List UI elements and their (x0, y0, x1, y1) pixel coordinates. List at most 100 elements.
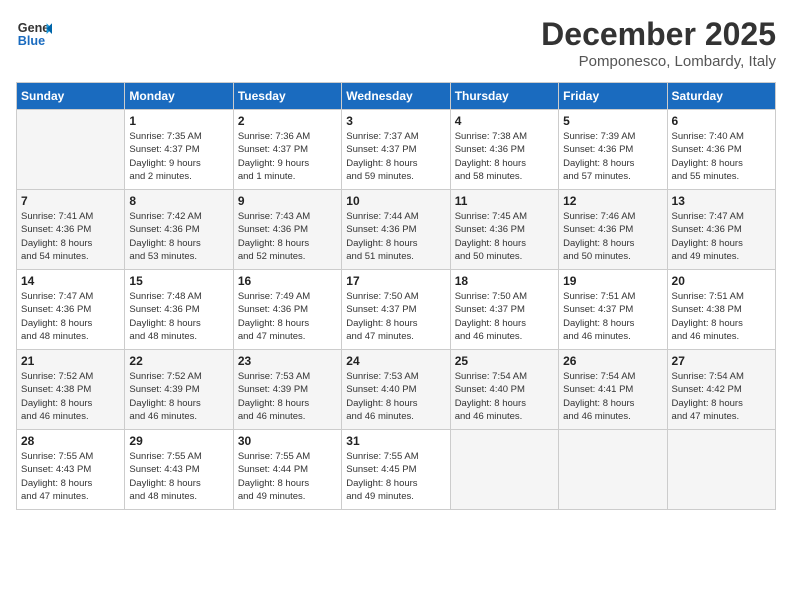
calendar-cell (559, 430, 667, 510)
day-info: Sunrise: 7:53 AM Sunset: 4:40 PM Dayligh… (346, 370, 445, 423)
calendar-cell: 20 Sunrise: 7:51 AM Sunset: 4:38 PM Dayli… (667, 270, 775, 350)
calendar-cell: 26 Sunrise: 7:54 AM Sunset: 4:41 PM Dayli… (559, 350, 667, 430)
calendar-cell: 19 Sunrise: 7:51 AM Sunset: 4:37 PM Dayli… (559, 270, 667, 350)
day-number: 23 (238, 354, 337, 368)
calendar-week-3: 14 Sunrise: 7:47 AM Sunset: 4:36 PM Dayli… (17, 270, 776, 350)
day-number: 11 (455, 194, 554, 208)
calendar-cell: 6 Sunrise: 7:40 AM Sunset: 4:36 PM Daylig… (667, 110, 775, 190)
day-number: 18 (455, 274, 554, 288)
day-number: 27 (672, 354, 771, 368)
day-info: Sunrise: 7:55 AM Sunset: 4:43 PM Dayligh… (21, 450, 120, 503)
calendar-cell: 21 Sunrise: 7:52 AM Sunset: 4:38 PM Dayli… (17, 350, 125, 430)
day-number: 9 (238, 194, 337, 208)
calendar-cell (667, 430, 775, 510)
day-info: Sunrise: 7:48 AM Sunset: 4:36 PM Dayligh… (129, 290, 228, 343)
day-info: Sunrise: 7:42 AM Sunset: 4:36 PM Dayligh… (129, 210, 228, 263)
location: Pomponesco, Lombardy, Italy (541, 53, 776, 70)
day-number: 26 (563, 354, 662, 368)
weekday-tuesday: Tuesday (233, 83, 341, 110)
day-number: 25 (455, 354, 554, 368)
day-info: Sunrise: 7:50 AM Sunset: 4:37 PM Dayligh… (455, 290, 554, 343)
calendar-week-2: 7Sunrise: 7:41 AM Sunset: 4:36 PM Daylig… (17, 190, 776, 270)
calendar-cell: 14 Sunrise: 7:47 AM Sunset: 4:36 PM Dayli… (17, 270, 125, 350)
day-info: Sunrise: 7:40 AM Sunset: 4:36 PM Dayligh… (672, 130, 771, 183)
month-title: December 2025 (541, 16, 776, 53)
day-info: Sunrise: 7:51 AM Sunset: 4:38 PM Dayligh… (672, 290, 771, 343)
calendar-cell: 13 Sunrise: 7:47 AM Sunset: 4:36 PM Dayli… (667, 190, 775, 270)
page-header: General Blue December 2025 Pomponesco, L… (16, 16, 776, 70)
day-info: Sunrise: 7:39 AM Sunset: 4:36 PM Dayligh… (563, 130, 662, 183)
day-info: Sunrise: 7:47 AM Sunset: 4:36 PM Dayligh… (21, 290, 120, 343)
day-number: 22 (129, 354, 228, 368)
day-info: Sunrise: 7:35 AM Sunset: 4:37 PM Dayligh… (129, 130, 228, 183)
day-number: 2 (238, 114, 337, 128)
logo: General Blue (16, 16, 52, 52)
weekday-friday: Friday (559, 83, 667, 110)
weekday-saturday: Saturday (667, 83, 775, 110)
day-info: Sunrise: 7:45 AM Sunset: 4:36 PM Dayligh… (455, 210, 554, 263)
day-number: 14 (21, 274, 120, 288)
day-info: Sunrise: 7:50 AM Sunset: 4:37 PM Dayligh… (346, 290, 445, 343)
day-info: Sunrise: 7:46 AM Sunset: 4:36 PM Dayligh… (563, 210, 662, 263)
day-info: Sunrise: 7:47 AM Sunset: 4:36 PM Dayligh… (672, 210, 771, 263)
calendar-cell (450, 430, 558, 510)
day-number: 10 (346, 194, 445, 208)
logo-icon: General Blue (16, 16, 52, 52)
calendar-cell: 12 Sunrise: 7:46 AM Sunset: 4:36 PM Dayli… (559, 190, 667, 270)
day-number: 7 (21, 194, 120, 208)
day-info: Sunrise: 7:51 AM Sunset: 4:37 PM Dayligh… (563, 290, 662, 343)
day-info: Sunrise: 7:43 AM Sunset: 4:36 PM Dayligh… (238, 210, 337, 263)
day-info: Sunrise: 7:49 AM Sunset: 4:36 PM Dayligh… (238, 290, 337, 343)
day-number: 12 (563, 194, 662, 208)
calendar-cell: 2 Sunrise: 7:36 AM Sunset: 4:37 PM Daylig… (233, 110, 341, 190)
calendar-cell: 11 Sunrise: 7:45 AM Sunset: 4:36 PM Dayli… (450, 190, 558, 270)
day-number: 20 (672, 274, 771, 288)
calendar-cell: 4Sunrise: 7:38 AM Sunset: 4:36 PM Daylig… (450, 110, 558, 190)
calendar-cell: 10Sunrise: 7:44 AM Sunset: 4:36 PM Dayli… (342, 190, 450, 270)
day-number: 5 (563, 114, 662, 128)
day-number: 15 (129, 274, 228, 288)
day-info: Sunrise: 7:54 AM Sunset: 4:42 PM Dayligh… (672, 370, 771, 423)
calendar-cell: 24Sunrise: 7:53 AM Sunset: 4:40 PM Dayli… (342, 350, 450, 430)
calendar-week-1: 1Sunrise: 7:35 AM Sunset: 4:37 PM Daylig… (17, 110, 776, 190)
calendar-cell: 17Sunrise: 7:50 AM Sunset: 4:37 PM Dayli… (342, 270, 450, 350)
day-number: 13 (672, 194, 771, 208)
calendar-table: SundayMondayTuesdayWednesdayThursdayFrid… (16, 82, 776, 510)
calendar-cell: 15 Sunrise: 7:48 AM Sunset: 4:36 PM Dayli… (125, 270, 233, 350)
calendar-cell: 3Sunrise: 7:37 AM Sunset: 4:37 PM Daylig… (342, 110, 450, 190)
calendar-week-5: 28Sunrise: 7:55 AM Sunset: 4:43 PM Dayli… (17, 430, 776, 510)
calendar-week-4: 21 Sunrise: 7:52 AM Sunset: 4:38 PM Dayli… (17, 350, 776, 430)
calendar-cell: 25 Sunrise: 7:54 AM Sunset: 4:40 PM Dayli… (450, 350, 558, 430)
calendar-cell: 1Sunrise: 7:35 AM Sunset: 4:37 PM Daylig… (125, 110, 233, 190)
weekday-monday: Monday (125, 83, 233, 110)
day-number: 16 (238, 274, 337, 288)
calendar-cell: 16 Sunrise: 7:49 AM Sunset: 4:36 PM Dayli… (233, 270, 341, 350)
weekday-thursday: Thursday (450, 83, 558, 110)
day-number: 21 (21, 354, 120, 368)
calendar-cell: 29Sunrise: 7:55 AM Sunset: 4:43 PM Dayli… (125, 430, 233, 510)
day-info: Sunrise: 7:55 AM Sunset: 4:44 PM Dayligh… (238, 450, 337, 503)
title-area: December 2025 Pomponesco, Lombardy, Ital… (541, 16, 776, 70)
calendar-cell: 9 Sunrise: 7:43 AM Sunset: 4:36 PM Daylig… (233, 190, 341, 270)
calendar-cell: 30Sunrise: 7:55 AM Sunset: 4:44 PM Dayli… (233, 430, 341, 510)
calendar-cell (17, 110, 125, 190)
calendar-cell: 31 Sunrise: 7:55 AM Sunset: 4:45 PM Dayli… (342, 430, 450, 510)
day-number: 19 (563, 274, 662, 288)
day-number: 6 (672, 114, 771, 128)
day-number: 8 (129, 194, 228, 208)
day-info: Sunrise: 7:53 AM Sunset: 4:39 PM Dayligh… (238, 370, 337, 423)
day-info: Sunrise: 7:52 AM Sunset: 4:38 PM Dayligh… (21, 370, 120, 423)
day-info: Sunrise: 7:54 AM Sunset: 4:40 PM Dayligh… (455, 370, 554, 423)
weekday-wednesday: Wednesday (342, 83, 450, 110)
calendar-cell: 28Sunrise: 7:55 AM Sunset: 4:43 PM Dayli… (17, 430, 125, 510)
day-info: Sunrise: 7:36 AM Sunset: 4:37 PM Dayligh… (238, 130, 337, 183)
day-info: Sunrise: 7:37 AM Sunset: 4:37 PM Dayligh… (346, 130, 445, 183)
weekday-header-row: SundayMondayTuesdayWednesdayThursdayFrid… (17, 83, 776, 110)
svg-text:Blue: Blue (18, 34, 45, 48)
weekday-sunday: Sunday (17, 83, 125, 110)
day-number: 31 (346, 434, 445, 448)
day-info: Sunrise: 7:54 AM Sunset: 4:41 PM Dayligh… (563, 370, 662, 423)
day-info: Sunrise: 7:52 AM Sunset: 4:39 PM Dayligh… (129, 370, 228, 423)
calendar-cell: 22 Sunrise: 7:52 AM Sunset: 4:39 PM Dayli… (125, 350, 233, 430)
day-info: Sunrise: 7:55 AM Sunset: 4:45 PM Dayligh… (346, 450, 445, 503)
